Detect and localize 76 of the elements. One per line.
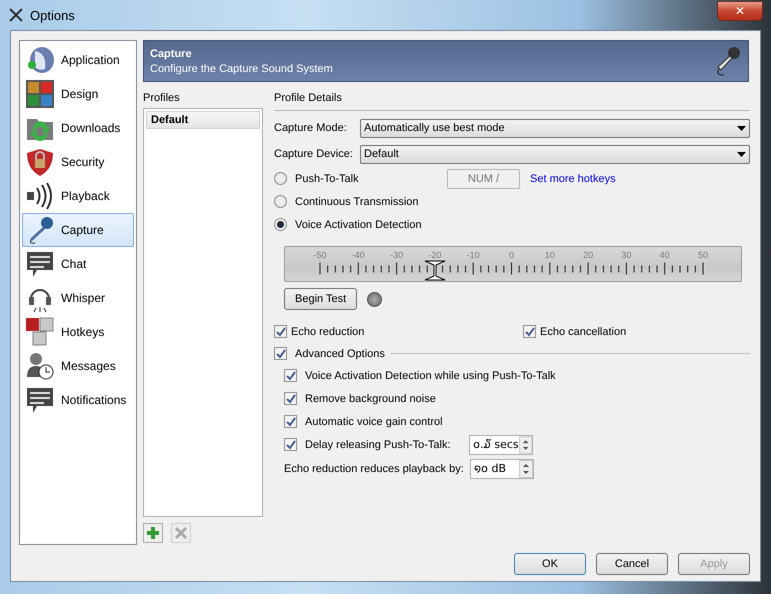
dropdown-arrow-icon[interactable]: [737, 126, 746, 130]
checkbox[interactable]: [284, 438, 297, 451]
tick-label: -30: [390, 250, 404, 260]
tick-label: -50: [314, 250, 326, 260]
profile-details-label: Profile Details: [274, 92, 343, 104]
window-title: Options: [30, 8, 76, 22]
set-hotkeys-link[interactable]: Set more hotkeys: [530, 172, 616, 184]
spin-arrows-icon[interactable]: [519, 460, 533, 478]
speech-bubble-icon: [25, 385, 55, 415]
begin-test-button[interactable]: Begin Test: [284, 288, 358, 310]
checkbox[interactable]: [274, 347, 287, 360]
sidebar-item[interactable]: Messages: [22, 349, 134, 383]
capture-mode-label: Capture Mode:: [274, 122, 348, 134]
sidebar-item[interactable]: Notifications: [22, 383, 134, 417]
sidebar-item[interactable]: Security: [22, 145, 134, 179]
checkbox-label: Automatic voice gain control: [305, 416, 443, 428]
speaker-icon: [25, 181, 55, 211]
tick-label: -40: [352, 250, 365, 260]
header-subtitle: Configure the Capture Sound System: [150, 62, 334, 74]
tick-label: -20: [428, 250, 442, 260]
tick-label: 0: [509, 250, 514, 260]
keys-icon: [25, 317, 55, 347]
echo-reduction-label: Echo reduction reduces playback by:: [284, 462, 465, 474]
header-title: Capture: [150, 48, 193, 60]
checkbox[interactable]: [523, 325, 536, 338]
speech-head-icon: [25, 45, 55, 75]
group-label: Advanced Options: [295, 348, 385, 360]
mode-label: Push-To-Talk: [295, 172, 360, 184]
checkbox-label: Delay releasing Push-To-Talk:: [305, 438, 452, 450]
tick-label: -10: [466, 250, 480, 260]
sidebar-item[interactable]: Design: [22, 77, 134, 111]
dialog-button[interactable]: Cancel: [596, 553, 668, 575]
capture-mode-dropdown[interactable]: Automatically use best mode: [360, 118, 750, 138]
mode-label: Voice Activation Detection: [295, 218, 422, 230]
tick-label: 40: [660, 250, 670, 260]
sidebar-item[interactable]: Downloads: [22, 111, 134, 145]
capture-device-label: Capture Device:: [274, 148, 354, 160]
tick-label: 10: [544, 250, 555, 260]
delay-spinbox[interactable]: ໐.໓ secs: [469, 434, 533, 454]
person-clock-icon: [25, 351, 55, 381]
close-button[interactable]: ✕: [717, 1, 763, 21]
capture-device-dropdown[interactable]: Default: [360, 144, 750, 164]
checkbox-label: Remove background noise: [305, 392, 436, 404]
checkbox-label: Echo cancellation: [540, 326, 626, 338]
dialog-button[interactable]: OK: [514, 553, 586, 575]
sidebar-item[interactable]: Playback: [22, 179, 134, 213]
radio-button[interactable]: [274, 195, 287, 208]
checkbox[interactable]: [284, 392, 297, 405]
hotkey-field[interactable]: NUM /: [447, 168, 520, 188]
tools-icon: [8, 7, 24, 23]
radio-button[interactable]: [274, 218, 287, 231]
spin-arrows-icon[interactable]: [518, 436, 532, 454]
checkbox[interactable]: [284, 415, 297, 428]
tick-label: 50: [698, 250, 708, 260]
checkbox[interactable]: [284, 369, 297, 382]
shield-lock-icon: [25, 147, 55, 177]
speech-bubble-icon: [25, 249, 55, 279]
sidebar-item[interactable]: Capture: [22, 213, 134, 247]
checkbox[interactable]: [274, 325, 287, 338]
add-icon[interactable]: [143, 523, 163, 543]
echo-reduction-spinbox[interactable]: ໑໐ dB: [470, 458, 534, 478]
mode-label: Continuous Transmission: [295, 196, 419, 208]
sidebar-item[interactable]: Application: [22, 43, 134, 77]
checkbox-label: Echo reduction: [291, 326, 364, 338]
sidebar-item[interactable]: Chat: [22, 247, 134, 281]
profiles-label: Profiles: [143, 92, 181, 104]
dropdown-arrow-icon[interactable]: [737, 152, 746, 156]
tick-label: 30: [621, 250, 632, 260]
sidebar-item[interactable]: Whisper: [22, 281, 134, 315]
profile-item[interactable]: Default: [146, 111, 260, 129]
color-tiles-icon: [25, 79, 55, 109]
radio-button[interactable]: [274, 172, 287, 185]
tick-label: 20: [583, 250, 594, 260]
checkbox-label: Voice Activation Detection while using Push-To-Talk: [305, 370, 556, 382]
sidebar-item[interactable]: Hotkeys: [22, 315, 134, 349]
threshold-marker[interactable]: [424, 260, 446, 281]
